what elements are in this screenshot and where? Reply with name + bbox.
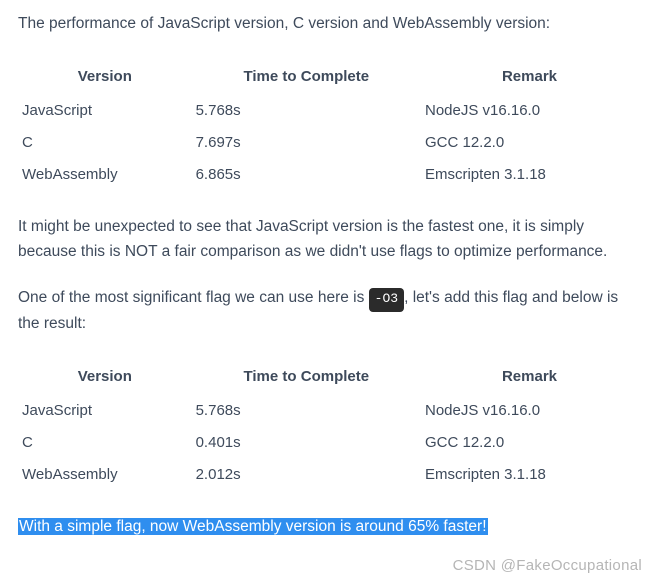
col-version: Version xyxy=(18,359,192,395)
cell-remark: NodeJS v16.16.0 xyxy=(421,95,638,127)
col-time: Time to Complete xyxy=(192,359,421,395)
col-remark: Remark xyxy=(421,359,638,395)
cell-time: 5.768s xyxy=(192,95,421,127)
table-header-row: Version Time to Complete Remark xyxy=(18,359,638,395)
table-row: WebAssembly 2.012s Emscripten 3.1.18 xyxy=(18,459,638,491)
cell-version: C xyxy=(18,127,192,159)
highlighted-text[interactable]: With a simple flag, now WebAssembly vers… xyxy=(18,518,488,535)
col-version: Version xyxy=(18,59,192,95)
cell-time: 6.865s xyxy=(192,159,421,191)
flag-paragraph: One of the most significant flag we can … xyxy=(18,286,638,337)
cell-time: 5.768s xyxy=(192,395,421,427)
performance-table-1: Version Time to Complete Remark JavaScri… xyxy=(18,59,638,191)
table-row: WebAssembly 6.865s Emscripten 3.1.18 xyxy=(18,159,638,191)
cell-remark: GCC 12.2.0 xyxy=(421,127,638,159)
para2-pre: One of the most significant flag we can … xyxy=(18,289,369,306)
cell-time: 0.401s xyxy=(192,427,421,459)
cell-remark: GCC 12.2.0 xyxy=(421,427,638,459)
cell-version: WebAssembly xyxy=(18,459,192,491)
intro-paragraph: The performance of JavaScript version, C… xyxy=(18,12,638,37)
cell-version: JavaScript xyxy=(18,395,192,427)
table-row: JavaScript 5.768s NodeJS v16.16.0 xyxy=(18,95,638,127)
cell-version: JavaScript xyxy=(18,95,192,127)
col-remark: Remark xyxy=(421,59,638,95)
table-row: C 0.401s GCC 12.2.0 xyxy=(18,427,638,459)
cell-time: 2.012s xyxy=(192,459,421,491)
explanation-paragraph: It might be unexpected to see that JavaS… xyxy=(18,215,638,265)
conclusion-paragraph: With a simple flag, now WebAssembly vers… xyxy=(18,515,638,540)
table-row: C 7.697s GCC 12.2.0 xyxy=(18,127,638,159)
cell-time: 7.697s xyxy=(192,127,421,159)
cell-version: WebAssembly xyxy=(18,159,192,191)
code-flag: -O3 xyxy=(369,288,404,312)
table-header-row: Version Time to Complete Remark xyxy=(18,59,638,95)
col-time: Time to Complete xyxy=(192,59,421,95)
cell-remark: NodeJS v16.16.0 xyxy=(421,395,638,427)
cell-remark: Emscripten 3.1.18 xyxy=(421,459,638,491)
cell-version: C xyxy=(18,427,192,459)
table-row: JavaScript 5.768s NodeJS v16.16.0 xyxy=(18,395,638,427)
cell-remark: Emscripten 3.1.18 xyxy=(421,159,638,191)
watermark: CSDN @FakeOccupational xyxy=(453,554,642,578)
performance-table-2: Version Time to Complete Remark JavaScri… xyxy=(18,359,638,491)
